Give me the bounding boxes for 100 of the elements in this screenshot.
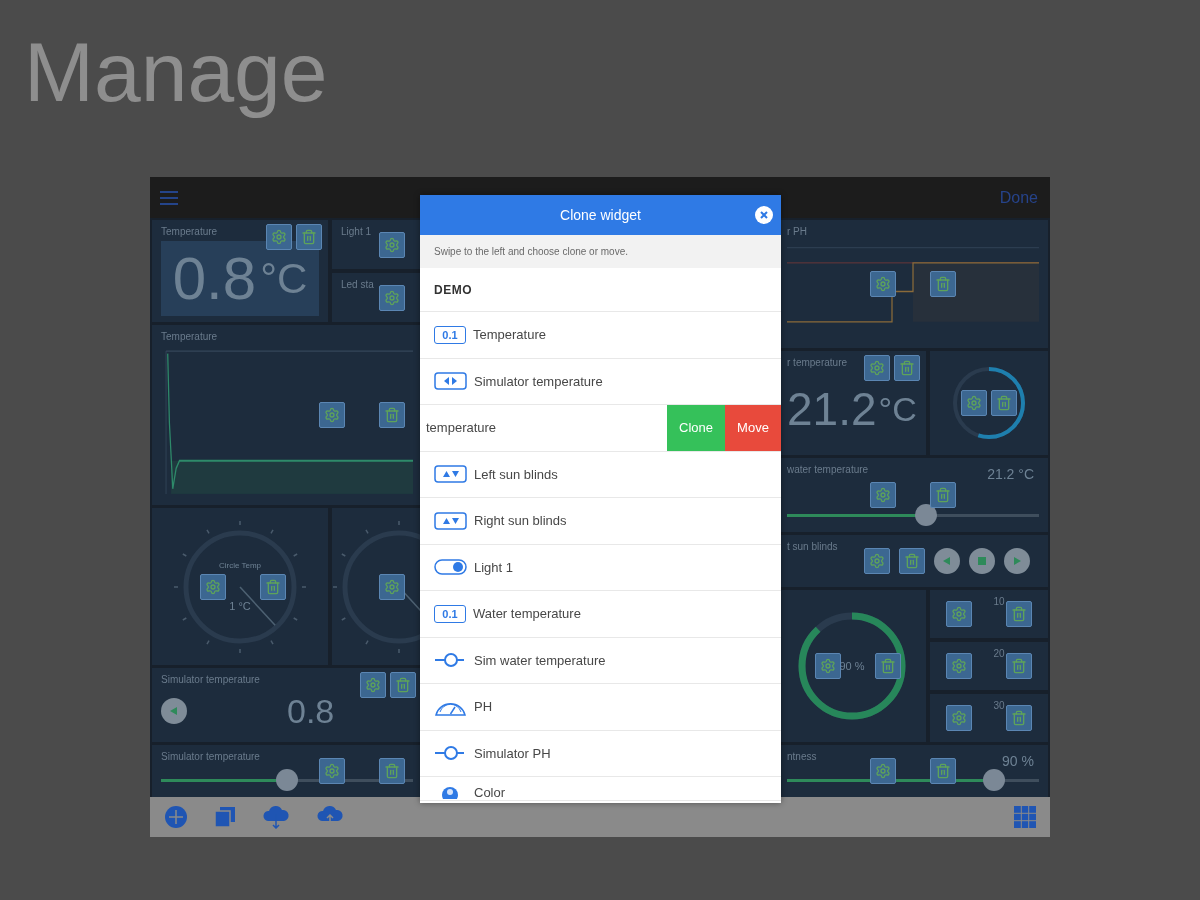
grid-icon [1014, 806, 1036, 828]
temperature-value: 21.2 [787, 385, 877, 432]
widget-title: water temperature [787, 464, 869, 475]
widget-list-item[interactable]: PH [474, 699, 493, 715]
up-down-arrows-icon [434, 465, 467, 484]
widget-title: t sun blinds [787, 541, 839, 552]
widget-list-item[interactable]: Color [474, 785, 506, 800]
move-button[interactable]: Move [725, 405, 781, 451]
temperature-value: 0.8 [287, 693, 335, 728]
settings-icon [875, 487, 891, 503]
stop-icon [977, 556, 987, 566]
widget-list-item[interactable]: Simulator PH [474, 745, 551, 761]
close-icon [760, 211, 768, 219]
widget-title: r temperature [787, 357, 848, 368]
trash-icon [996, 395, 1012, 411]
settings-icon [384, 289, 400, 306]
widget-title: Simulator temperature [161, 674, 260, 685]
add-button[interactable] [164, 805, 188, 829]
copy-icon [214, 806, 236, 828]
value-icon: 0.1 [434, 325, 466, 344]
widget-title: Light 1 [341, 226, 372, 237]
settings-icon [820, 658, 836, 674]
trash-icon [899, 360, 915, 376]
close-button[interactable] [755, 206, 773, 224]
settings-button[interactable] [379, 231, 405, 258]
value-icon: 0.1 [434, 604, 466, 623]
trash-icon [384, 763, 400, 779]
widget-list-item[interactable]: Sim water temperature [474, 652, 606, 668]
widget-title: Simulator temperature [161, 751, 260, 762]
group-header: DEMO [434, 282, 472, 297]
trash-icon [395, 677, 411, 693]
settings-icon [869, 360, 885, 376]
trash-icon [301, 229, 317, 245]
left-triangle-icon [169, 705, 179, 716]
widget-title: Led sta [341, 279, 374, 290]
left-right-arrows-icon [434, 372, 467, 391]
settings-icon [875, 276, 891, 292]
widget-list-item[interactable]: Light 1 [474, 559, 514, 575]
settings-icon [324, 407, 340, 423]
gauge-value: 1 °C [229, 600, 251, 612]
toggle-icon [434, 558, 467, 577]
slider-icon [434, 651, 467, 670]
trash-icon [1011, 658, 1027, 674]
settings-button[interactable] [200, 573, 226, 600]
unit-label: °C [260, 257, 308, 300]
trash-icon [935, 276, 951, 292]
slider-reading: 21.2 °C [987, 466, 1034, 482]
unit-label: °C [878, 391, 917, 426]
trash-icon [1011, 710, 1027, 726]
delete-button[interactable] [260, 573, 286, 600]
settings-icon [951, 606, 967, 622]
plus-circle-icon [164, 805, 188, 829]
trash-icon [384, 407, 400, 423]
widget-list-item[interactable]: Temperature [473, 327, 546, 343]
widget-list-item[interactable]: Left sun blinds [474, 466, 558, 482]
gauge-caption: Circle Temp [218, 561, 262, 570]
widget-title: Temperature [161, 226, 218, 237]
widget-list-item[interactable]: temperature [426, 420, 667, 436]
settings-icon [271, 229, 287, 245]
settings-icon [205, 578, 221, 595]
right-triangle-icon [1012, 556, 1022, 566]
settings-icon [951, 710, 967, 726]
trash-icon [935, 763, 951, 779]
menu-icon[interactable] [160, 190, 178, 205]
widget-number: 30 [993, 700, 1005, 711]
widget-list-item[interactable]: Water temperature [473, 606, 581, 622]
temperature-value: 0.8 [172, 248, 257, 309]
copy-button[interactable] [214, 806, 236, 828]
widget-number: 10 [993, 596, 1005, 607]
right-arrow-button[interactable] [1004, 548, 1030, 574]
dialog-title: Clone widget [560, 207, 641, 223]
settings-icon [869, 553, 885, 569]
settings-icon [951, 658, 967, 674]
delete-button[interactable] [390, 672, 416, 698]
stop-button[interactable] [969, 548, 995, 574]
left-arrow-button[interactable] [934, 548, 960, 574]
settings-button[interactable] [379, 284, 405, 311]
trash-icon [880, 658, 896, 674]
hint-text: Swipe to the left and choose clone or move. [434, 246, 628, 257]
settings-icon [384, 578, 400, 595]
widget-title: Temperature [161, 331, 218, 342]
download-button[interactable] [262, 805, 290, 829]
settings-icon [365, 677, 381, 693]
settings-button[interactable] [379, 573, 405, 600]
trash-icon [1011, 606, 1027, 622]
widget-list-item[interactable]: Right sun blinds [474, 513, 567, 529]
cloud-download-icon [262, 805, 290, 829]
settings-icon [875, 763, 891, 779]
widget-number: 20 [993, 648, 1005, 659]
up-down-arrows-icon [434, 511, 467, 530]
settings-icon [324, 763, 340, 779]
widget-list-item[interactable]: Simulator temperature [474, 373, 603, 389]
settings-icon [384, 236, 400, 253]
trash-icon [904, 553, 920, 569]
trash-icon [265, 578, 281, 595]
slider-reading: 90 % [1002, 753, 1034, 769]
left-arrow-button[interactable] [161, 697, 187, 724]
left-triangle-icon [942, 556, 952, 566]
grid-button[interactable] [1014, 806, 1036, 828]
settings-icon [966, 395, 982, 411]
